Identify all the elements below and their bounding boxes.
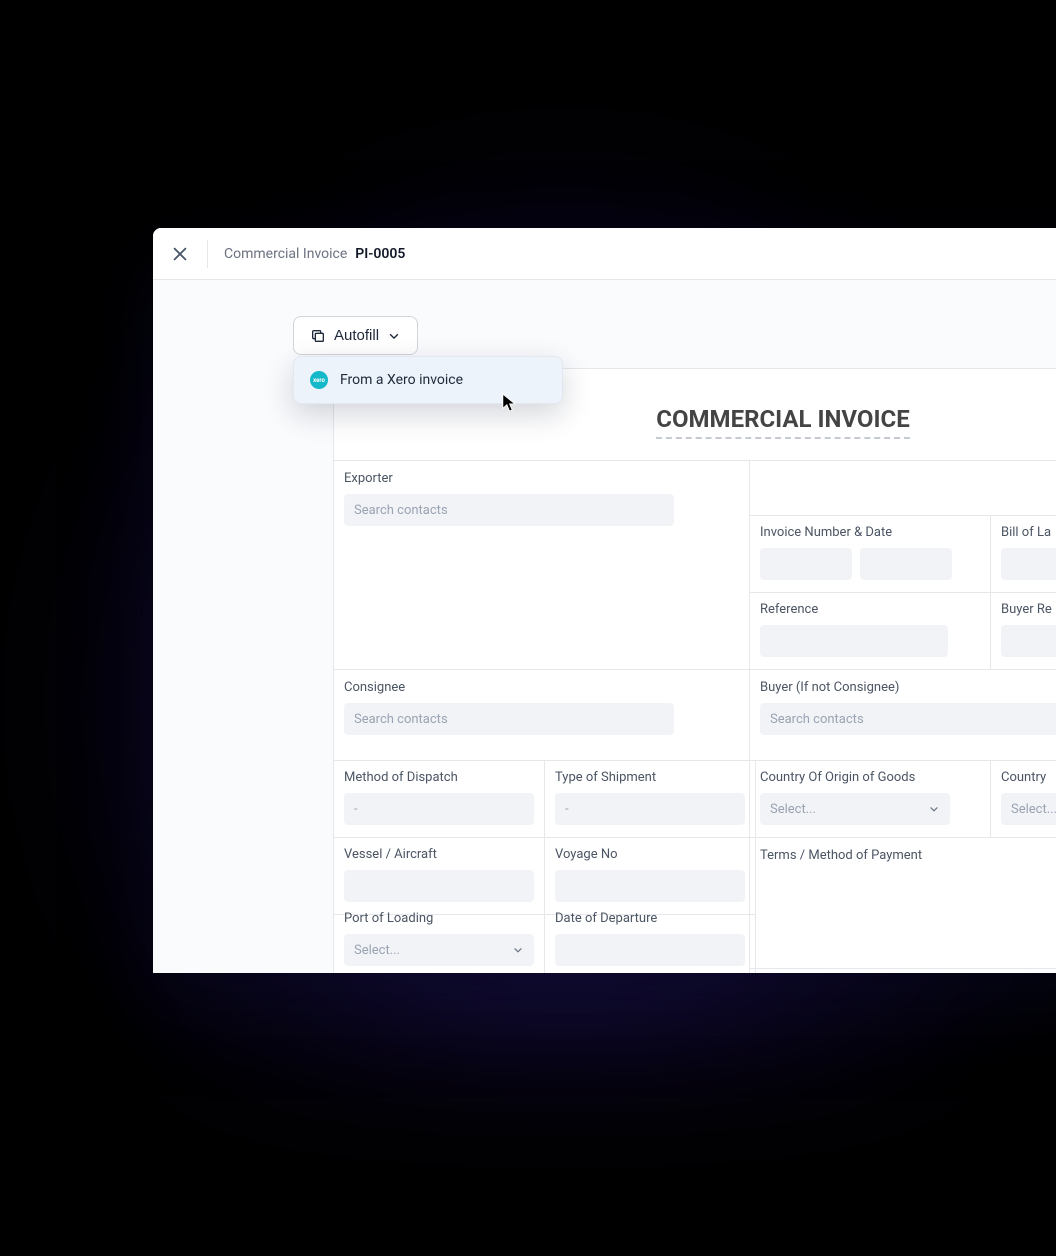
voyage-input[interactable] (555, 870, 745, 902)
buyer-reference-input[interactable] (1001, 625, 1056, 657)
doc-code: PI-0005 (355, 246, 405, 262)
buyer-cell: Buyer (If not Consignee) Search contacts (749, 669, 1056, 761)
doc-type-label: Commercial Invoice (224, 246, 347, 262)
app-window: Commercial Invoice PI-0005 Autofill xero… (153, 228, 1056, 973)
autofill-dropdown: xero From a Xero invoice (293, 356, 563, 404)
country-origin-label: Country Of Origin of Goods (760, 770, 980, 785)
dropdown-item-xero[interactable]: xero From a Xero invoice (294, 357, 562, 403)
country-cell: Country Select... (990, 760, 1056, 838)
autofill-button[interactable]: Autofill (293, 316, 418, 355)
method-dispatch-cell: Method of Dispatch - (333, 760, 545, 838)
method-dispatch-input[interactable]: - (344, 793, 534, 825)
copy-icon (310, 328, 326, 344)
content-area: Autofill xero From a Xero invoice COMMER… (153, 280, 1056, 973)
port-loading-cell: Port of Loading Select... (333, 901, 545, 973)
type-shipment-input[interactable]: - (555, 793, 745, 825)
reference-input[interactable] (760, 625, 948, 657)
vessel-input[interactable] (344, 870, 534, 902)
title-divider (207, 240, 208, 268)
bill-of-lading-cell: Bill of La (990, 515, 1056, 593)
consignee-search-input[interactable]: Search contacts (344, 703, 674, 735)
country-select[interactable]: Select... (1001, 793, 1056, 825)
port-loading-label: Port of Loading (344, 911, 534, 926)
exporter-search-input[interactable]: Search contacts (344, 494, 674, 526)
voyage-label: Voyage No (555, 847, 745, 862)
exporter-label: Exporter (344, 471, 739, 486)
xero-icon: xero (310, 371, 328, 389)
buyer-reference-label: Buyer Re (1001, 602, 1056, 617)
dropdown-item-label: From a Xero invoice (340, 372, 463, 388)
buyer-label: Buyer (If not Consignee) (760, 680, 1056, 695)
invoice-number-input[interactable] (760, 548, 852, 580)
invoice-date-input[interactable] (860, 548, 952, 580)
consignee-label: Consignee (344, 680, 739, 695)
consignee-cell: Consignee Search contacts (333, 669, 750, 761)
date-departure-cell: Date of Departure (544, 901, 756, 973)
autofill-label: Autofill (334, 327, 379, 344)
chevron-down-icon (387, 329, 401, 343)
country-origin-cell: Country Of Origin of Goods Select... (749, 760, 991, 838)
date-departure-label: Date of Departure (555, 911, 745, 926)
bill-of-lading-label: Bill of La (1001, 525, 1056, 540)
titlebar: Commercial Invoice PI-0005 (153, 228, 1056, 280)
country-origin-select[interactable]: Select... (760, 793, 950, 825)
terms-payment-label: Terms / Method of Payment (760, 848, 1056, 863)
port-loading-select[interactable]: Select... (344, 934, 534, 966)
invoice-number-date-cell: Invoice Number & Date (749, 515, 991, 593)
vessel-label: Vessel / Aircraft (344, 847, 534, 862)
terms-payment-cell: Terms / Method of Payment (749, 837, 1056, 969)
reference-cell: Reference (749, 592, 991, 670)
bill-of-lading-input[interactable] (1001, 548, 1056, 580)
buyer-search-input[interactable]: Search contacts (760, 703, 1056, 735)
invoice-document: COMMERCIAL INVOICE Exporter Search conta… (333, 368, 1056, 973)
type-shipment-cell: Type of Shipment - (544, 760, 756, 838)
reference-label: Reference (760, 602, 980, 617)
blank-header-cell (749, 460, 1056, 516)
method-dispatch-label: Method of Dispatch (344, 770, 534, 785)
invoice-number-date-label: Invoice Number & Date (760, 525, 980, 540)
date-departure-input[interactable] (555, 934, 745, 966)
exporter-cell: Exporter Search contacts (333, 460, 750, 670)
document-title: COMMERCIAL INVOICE (656, 405, 909, 439)
type-shipment-label: Type of Shipment (555, 770, 745, 785)
country-label: Country (1001, 770, 1056, 785)
buyer-reference-cell: Buyer Re (990, 592, 1056, 670)
close-icon[interactable] (169, 243, 191, 265)
